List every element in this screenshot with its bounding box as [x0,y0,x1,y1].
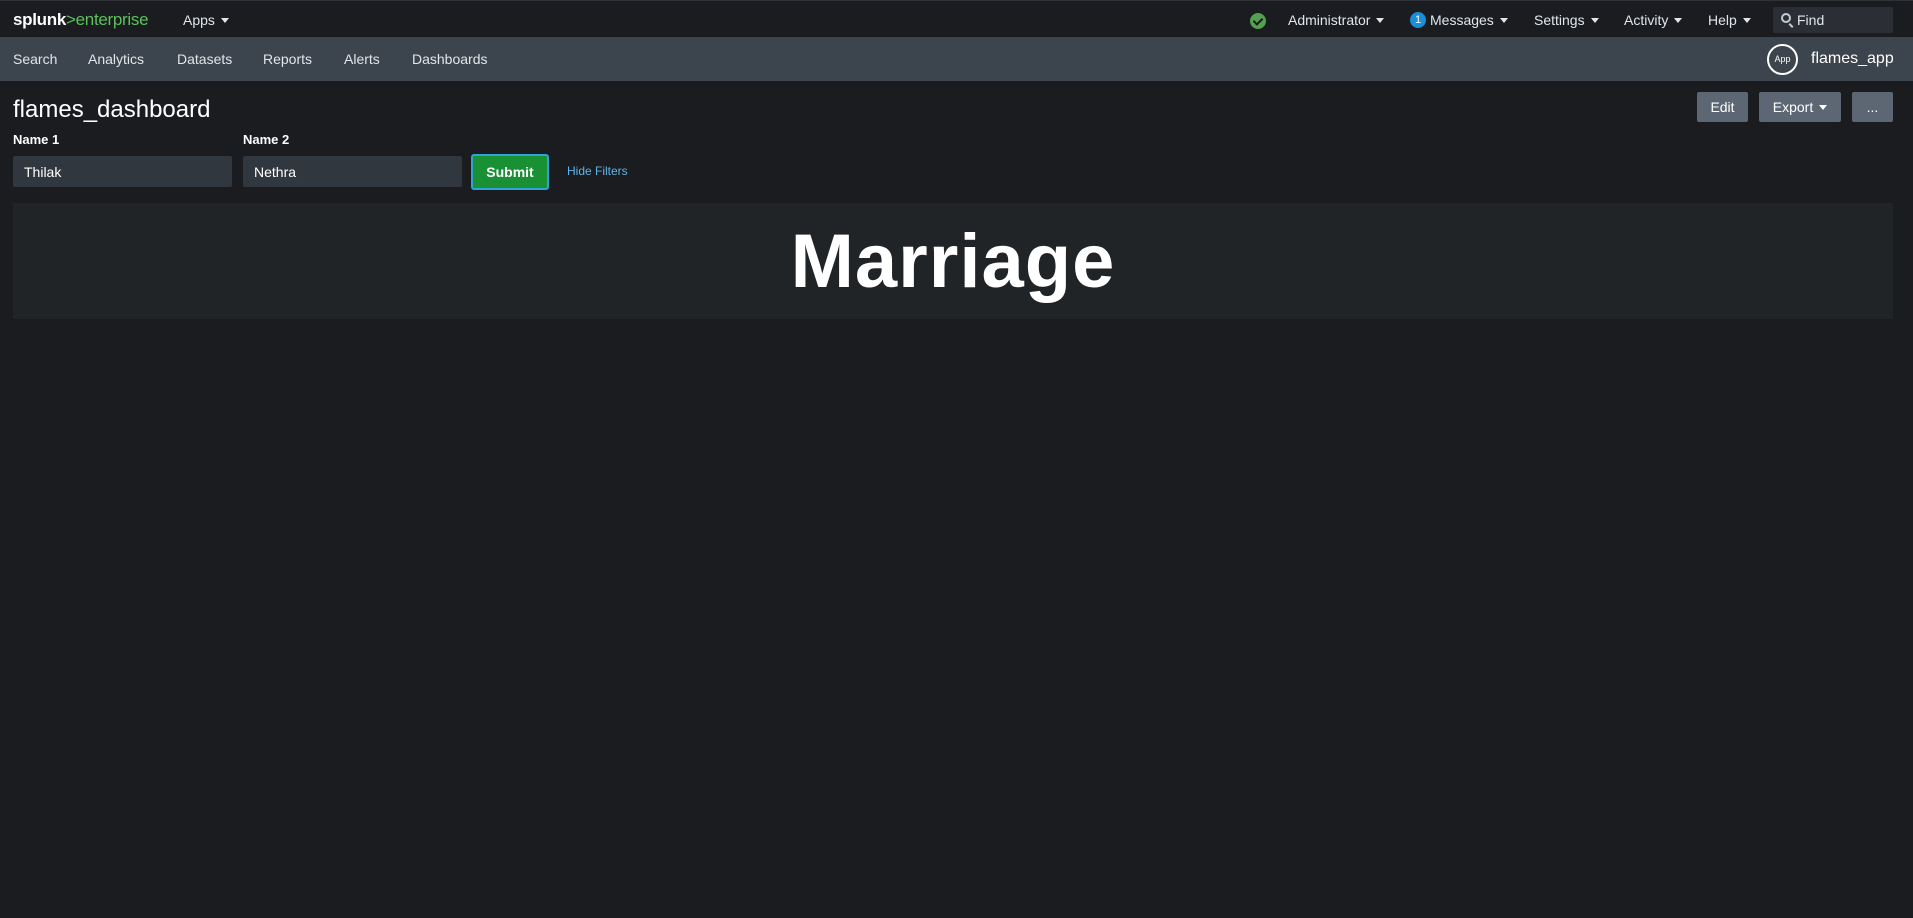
export-button-label: Export [1772,99,1814,115]
chevron-down-icon [1590,17,1599,23]
splunk-enterprise-logo[interactable]: splunk>enterprise [13,10,149,30]
messages-menu[interactable]: 1 Messages [1410,11,1508,29]
activity-menu-label: Activity [1624,12,1669,28]
help-menu[interactable]: Help [1708,11,1751,29]
apps-menu-label: Apps [183,12,215,28]
export-button[interactable]: Export [1759,92,1841,122]
top-navigation-bar: splunk>enterprise Apps Administrator 1 Me… [0,0,1913,37]
chevron-down-icon [1674,17,1683,23]
logo-enterprise-text: enterprise [75,10,149,29]
single-value-panel: Marriage [13,203,1893,319]
more-actions-button[interactable]: ... [1852,92,1893,122]
check-circle-icon[interactable] [1250,13,1266,29]
administrator-menu-label: Administrator [1288,12,1371,28]
app-navigation-bar: Search Analytics Datasets Reports Alerts… [0,37,1913,81]
appnav-analytics[interactable]: Analytics [88,50,144,68]
administrator-menu[interactable]: Administrator [1288,11,1385,29]
name2-input[interactable] [243,156,462,187]
logo-gt-text: > [66,10,76,29]
settings-menu-label: Settings [1534,12,1585,28]
submit-button[interactable]: Submit [471,154,549,190]
chevron-down-icon [1819,104,1828,110]
appnav-alerts[interactable]: Alerts [344,50,380,68]
find-input[interactable] [1797,10,1887,30]
app-icon: App [1767,44,1798,75]
find-search-box [1773,7,1893,33]
chevron-down-icon [1742,17,1751,23]
appnav-reports[interactable]: Reports [263,50,312,68]
chevron-down-icon [1376,17,1385,23]
app-name[interactable]: flames_app [1811,49,1894,69]
name1-input[interactable] [13,156,232,187]
chevron-down-icon [220,17,229,23]
hide-filters-link[interactable]: Hide Filters [567,163,628,179]
messages-menu-label: Messages [1430,12,1494,28]
search-icon [1781,13,1791,23]
activity-menu[interactable]: Activity [1624,11,1683,29]
chevron-down-icon [1499,17,1508,23]
logo-splunk-text: splunk [13,10,66,29]
appnav-search[interactable]: Search [13,50,57,68]
single-value-text: Marriage [790,219,1116,304]
appnav-datasets[interactable]: Datasets [177,50,232,68]
settings-menu[interactable]: Settings [1534,11,1599,29]
name1-label: Name 1 [13,132,60,147]
edit-button[interactable]: Edit [1697,92,1748,122]
help-menu-label: Help [1708,12,1737,28]
dashboard-title: flames_dashboard [13,96,211,123]
messages-count-badge: 1 [1410,12,1426,29]
apps-menu[interactable]: Apps [183,11,229,29]
appnav-dashboards[interactable]: Dashboards [412,50,488,68]
name2-label: Name 2 [243,132,290,147]
